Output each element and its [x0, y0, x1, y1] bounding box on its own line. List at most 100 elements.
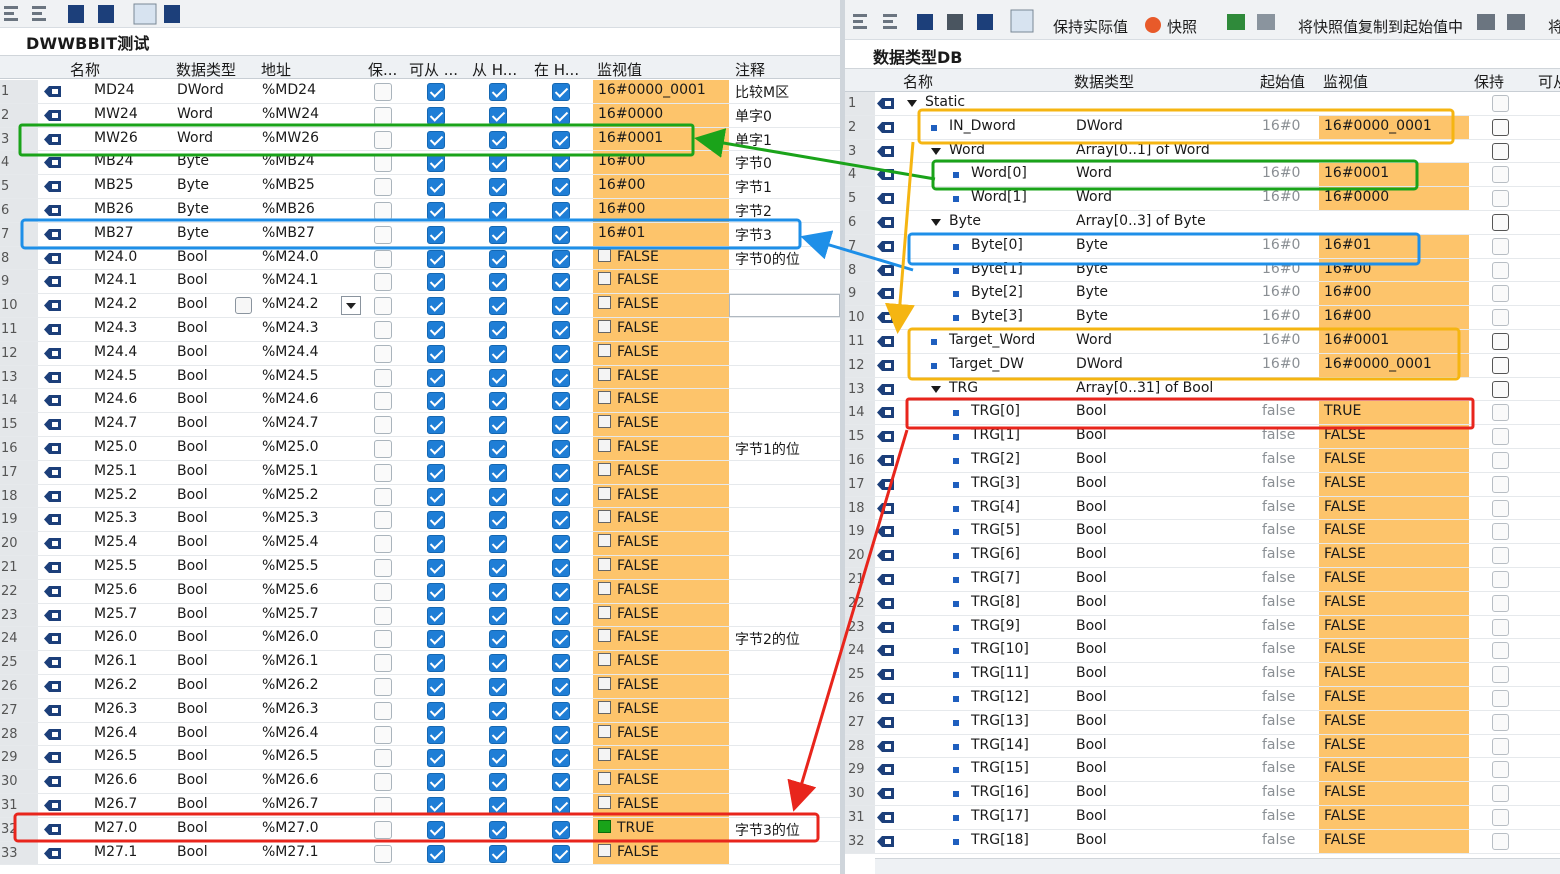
db-row[interactable]: 11 Target_Word Word 16#0 16#0001	[845, 330, 1560, 354]
retain-checkbox[interactable]	[1492, 404, 1509, 422]
member-name-cell[interactable]: TRG[16]	[971, 784, 1029, 800]
start-value-cell[interactable]: false	[1262, 760, 1295, 776]
data-type-cell[interactable]: Bool	[1076, 546, 1107, 562]
data-type-cell[interactable]: Bool	[1076, 760, 1107, 776]
tag-name-cell[interactable]: MB25	[94, 177, 134, 193]
accessible-checkbox[interactable]	[427, 321, 445, 339]
accessible-checkbox[interactable]	[427, 511, 445, 530]
table-row[interactable]: 11 M24.3 Bool %M24.3 FALSE	[0, 318, 840, 342]
copy-snapshot-to-start-button[interactable]: 将快照值复制到起始值中	[1298, 16, 1463, 37]
retain-checkbox[interactable]	[1492, 499, 1509, 517]
retain-checkbox[interactable]	[374, 606, 392, 625]
hmi-visible-checkbox[interactable]	[552, 844, 570, 863]
hmi-visible-checkbox[interactable]	[552, 773, 570, 792]
retain-checkbox[interactable]	[1492, 761, 1509, 779]
member-name-cell[interactable]: Byte[1]	[971, 261, 1023, 277]
hmi-writable-checkbox[interactable]	[489, 773, 507, 792]
data-type-cell[interactable]: Word	[1076, 189, 1112, 205]
db-row[interactable]: 19 TRG[5] Bool false FALSE	[845, 520, 1560, 545]
data-type-cell[interactable]: Bool	[177, 272, 208, 288]
col-comment-header[interactable]: 注释	[735, 59, 765, 80]
data-type-cell[interactable]: Bool	[177, 844, 208, 860]
keep-actual-values-button[interactable]: 保持实际值	[1053, 16, 1128, 37]
data-type-cell[interactable]: Bool	[177, 439, 208, 455]
hmi-visible-checkbox[interactable]	[552, 178, 570, 197]
tag-name-cell[interactable]: M24.3	[94, 320, 137, 336]
retain-checkbox[interactable]	[1492, 428, 1509, 446]
snapshot-button[interactable]: 快照	[1167, 16, 1197, 37]
address-cell[interactable]: %M26.6	[262, 772, 319, 788]
accessible-checkbox[interactable]	[427, 606, 445, 625]
hmi-visible-checkbox[interactable]	[552, 344, 570, 363]
tag-name-cell[interactable]: M26.3	[94, 701, 137, 717]
data-type-cell[interactable]: Bool	[177, 534, 208, 550]
data-type-cell[interactable]: Byte	[1076, 284, 1108, 300]
tag-name-cell[interactable]: M25.7	[94, 606, 137, 622]
retain-checkbox[interactable]	[374, 630, 392, 649]
retain-checkbox[interactable]	[374, 773, 392, 792]
start-value-cell[interactable]: false	[1262, 784, 1295, 800]
data-type-cell[interactable]: Bool	[177, 415, 208, 431]
tag-name-cell[interactable]: M26.1	[94, 653, 137, 669]
address-cell[interactable]: %M24.1	[262, 272, 319, 288]
data-type-cell[interactable]: Bool	[1076, 618, 1107, 634]
db-row[interactable]: 24 TRG[10] Bool false FALSE	[845, 639, 1560, 664]
hmi-writable-checkbox[interactable]	[489, 273, 507, 292]
data-type-cell[interactable]: Bool	[177, 629, 208, 645]
retain-checkbox[interactable]	[1492, 523, 1509, 541]
retain-checkbox[interactable]	[1492, 356, 1509, 374]
col-retain-header[interactable]: 保...	[368, 59, 397, 80]
col-type-header[interactable]: 数据类型	[176, 59, 236, 80]
table-row[interactable]: 8 M24.0 Bool %M24.0 FALSE 字节0的位	[0, 246, 840, 271]
table-row[interactable]: 5 MB25 Byte %MB25 16#00 字节1	[0, 175, 840, 199]
hmi-visible-checkbox[interactable]	[552, 202, 570, 220]
db-row[interactable]: 18 TRG[4] Bool false FALSE	[845, 496, 1560, 521]
data-type-cell[interactable]: Bool	[1076, 403, 1107, 419]
address-cell[interactable]: %M24.5	[262, 368, 319, 384]
data-type-cell[interactable]: Bool	[1076, 665, 1107, 681]
table-row[interactable]: 22 M25.6 Bool %M25.6 FALSE	[0, 579, 840, 604]
table-row[interactable]: 29 M26.5 Bool %M26.5 FALSE	[0, 746, 840, 771]
hmi-writable-checkbox[interactable]	[489, 749, 507, 768]
data-type-cell[interactable]: Byte	[177, 177, 209, 193]
hmi-writable-checkbox[interactable]	[489, 487, 507, 506]
data-type-cell[interactable]: Bool	[177, 796, 208, 812]
hmi-writable-checkbox[interactable]	[489, 511, 507, 530]
hmi-writable-checkbox[interactable]	[489, 130, 507, 149]
tag-name-cell[interactable]: M27.1	[94, 844, 137, 860]
address-cell[interactable]: %M26.3	[262, 701, 319, 717]
db-row[interactable]: 26 TRG[12] Bool false FALSE	[845, 687, 1560, 711]
member-name-cell[interactable]: TRG[8]	[971, 594, 1020, 610]
table-row[interactable]: 23 M25.7 Bool %M25.7 FALSE	[0, 603, 840, 628]
tag-name-cell[interactable]: M25.0	[94, 439, 137, 455]
member-name-cell[interactable]: Target_DW	[949, 356, 1024, 372]
db-col-start-header[interactable]: 起始值	[1260, 71, 1305, 92]
address-cell[interactable]: %M25.5	[262, 558, 319, 574]
member-name-cell[interactable]: TRG[12]	[971, 689, 1029, 705]
data-type-cell[interactable]: Bool	[177, 725, 208, 741]
accessible-checkbox[interactable]	[427, 773, 445, 792]
member-name-cell[interactable]: TRG[0]	[971, 403, 1020, 419]
accessible-checkbox[interactable]	[427, 582, 445, 601]
db-row[interactable]: 12 Target_DW DWord 16#0 16#0000_0001	[845, 353, 1560, 378]
accessible-checkbox[interactable]	[427, 725, 445, 744]
hmi-visible-checkbox[interactable]	[552, 321, 570, 339]
hmi-visible-checkbox[interactable]	[552, 654, 570, 673]
accessible-checkbox[interactable]	[427, 297, 445, 316]
hmi-writable-checkbox[interactable]	[489, 797, 507, 815]
retain-checkbox[interactable]	[1492, 261, 1509, 279]
retain-checkbox[interactable]	[374, 249, 392, 268]
retain-checkbox[interactable]	[374, 416, 392, 435]
address-cell[interactable]: %M24.3	[262, 320, 319, 336]
data-type-cell[interactable]: DWord	[1076, 118, 1123, 134]
data-type-cell[interactable]: Bool	[1076, 522, 1107, 538]
db-row[interactable]: 14 TRG[0] Bool false TRUE	[845, 401, 1560, 426]
data-type-cell[interactable]: Bool	[177, 463, 208, 479]
data-type-cell[interactable]: Byte	[1076, 261, 1108, 277]
address-cell[interactable]: %M26.4	[262, 725, 319, 741]
db-row[interactable]: 32 TRG[18] Bool false FALSE	[845, 829, 1560, 854]
retain-checkbox[interactable]	[1492, 594, 1509, 612]
address-cell[interactable]: %M24.4	[262, 344, 319, 360]
data-type-cell[interactable]: Bool	[177, 487, 208, 503]
retain-checkbox[interactable]	[374, 654, 392, 673]
